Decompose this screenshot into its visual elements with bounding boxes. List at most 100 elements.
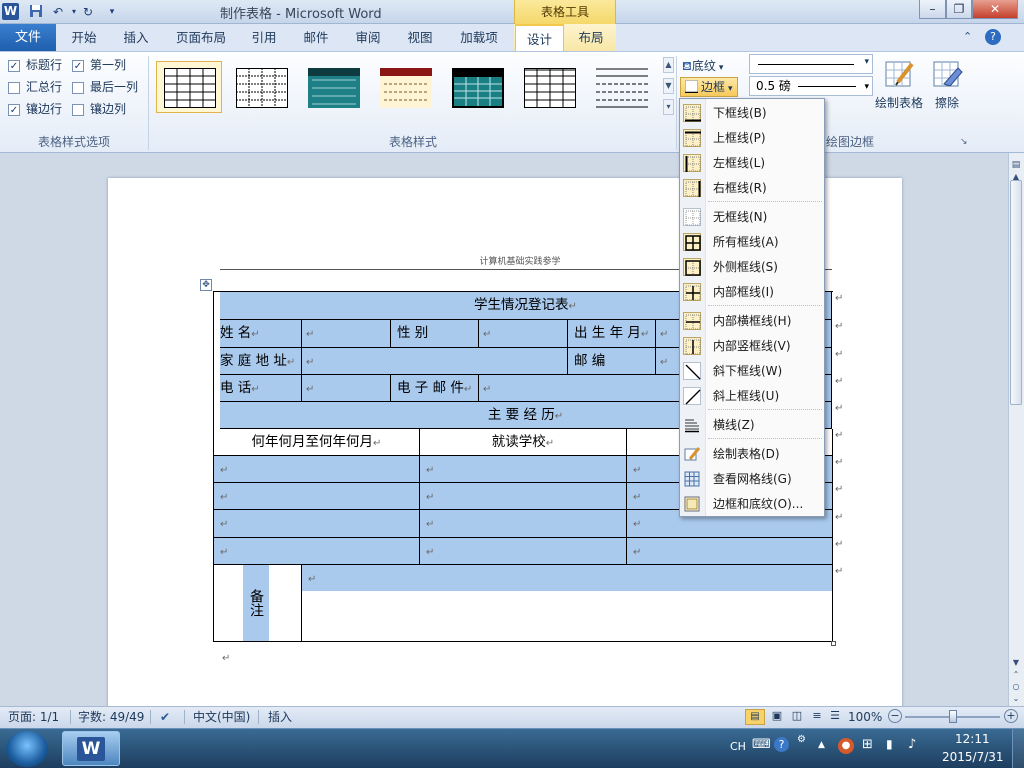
address-label-cell[interactable]: 家 庭 地 址↵ [220,348,302,375]
table-style-thumb-5[interactable] [444,61,510,113]
word-count[interactable]: 字数: 49/49 [78,709,144,725]
taskbar-word-button[interactable]: W [62,731,120,766]
table-row[interactable]: ↵ [420,510,627,538]
tab-references[interactable]: 引用 [243,24,285,51]
table-style-thumb-2[interactable] [228,61,294,113]
zoom-out-icon[interactable]: − [888,709,902,723]
borders-button[interactable]: 边框 ▾ [680,77,738,97]
insert-mode-indicator[interactable]: 插入 [268,709,292,725]
security-tray-icon[interactable]: ● [838,738,854,754]
menu-item-inside-horizontal[interactable]: 内部横框线(H) [681,308,823,333]
network-icon[interactable]: ▮ [886,737,893,751]
clock-date[interactable]: 2015/7/31 [942,750,1004,764]
period-header-cell[interactable]: 何年何月至何年何月↵ [214,429,420,456]
zoom-level[interactable]: 100% [848,709,882,725]
table-row[interactable]: ↵ [214,456,420,483]
name-label-cell[interactable]: 姓 名↵ [220,320,302,348]
menu-item-inside-vertical[interactable]: 内部竖框线(V) [681,333,823,358]
tab-layout[interactable]: 布局 [568,24,614,51]
table-style-thumb-3[interactable] [300,61,366,113]
menu-item-bottom-border[interactable]: 下框线(B) [681,100,823,125]
draw-table-icon[interactable] [884,58,916,90]
next-page-icon[interactable]: ⌄ [1010,694,1022,704]
table-style-thumb-4[interactable] [372,61,438,113]
previous-page-icon[interactable]: ⌃ [1010,670,1022,680]
tab-page-layout[interactable]: 页面布局 [166,24,236,51]
scroll-down-icon[interactable]: ▼ [1010,658,1022,668]
proofing-icon[interactable]: ✔ [160,709,170,725]
tab-home[interactable]: 开始 [60,24,108,51]
redo-icon[interactable]: ↻ [80,4,96,20]
restore-button[interactable]: ❐ [946,0,972,19]
remark-label-cell[interactable]: 备注 [214,565,302,642]
birth-label-cell[interactable]: 出 生 年 月↵ [568,320,656,348]
table-row[interactable]: ↵ [627,538,833,565]
address-value-cell[interactable]: ↵ [302,348,568,375]
table-row[interactable]: ↵ [420,538,627,565]
table-move-handle-icon[interactable]: ✥ [200,279,212,291]
clock-time[interactable]: 12:11 [955,732,990,746]
gallery-scroll-down-icon[interactable]: ▼ [663,78,674,94]
menu-item-view-gridlines[interactable]: 查看网格线(G) [681,466,823,491]
menu-item-diagonal-up[interactable]: 斜上框线(U) [681,383,823,408]
phone-value-cell[interactable]: ↵ [302,375,391,402]
help-tray-icon[interactable]: ? [774,737,789,752]
header-row-checkbox[interactable]: ✓ 标题行 [8,56,62,74]
menu-item-right-border[interactable]: 右框线(R) [681,175,823,200]
table-style-thumb-6[interactable] [516,61,582,113]
name-value-cell[interactable]: ↵ [302,320,391,348]
windows-start-icon[interactable] [6,731,48,767]
gender-label-cell[interactable]: 性 别 [391,320,479,348]
banded-columns-checkbox[interactable]: 镶边列 [72,100,126,118]
tray-options-icon[interactable]: ⚙ [797,734,806,745]
save-icon[interactable] [28,4,44,20]
close-button[interactable]: ✕ [972,0,1018,19]
menu-item-inside-borders[interactable]: 内部框线(I) [681,279,823,304]
table-style-thumb-7[interactable] [588,61,654,113]
menu-item-all-borders[interactable]: 所有框线(A) [681,229,823,254]
menu-item-left-border[interactable]: 左框线(L) [681,150,823,175]
tab-review[interactable]: 审阅 [346,24,390,51]
dialog-launcher-icon[interactable]: ↘ [960,137,968,147]
web-layout-icon[interactable]: ◫ [788,709,806,725]
banded-rows-checkbox[interactable]: ✓ 镶边行 [8,100,62,118]
show-desktop-button[interactable] [1012,729,1024,768]
menu-item-top-border[interactable]: 上框线(P) [681,125,823,150]
table-row[interactable]: ↵ [420,456,627,483]
menu-item-no-border[interactable]: 无框线(N) [681,204,823,229]
keyboard-icon[interactable]: ⌨ [752,737,771,752]
table-style-thumb-1[interactable] [156,61,222,113]
volume-icon[interactable]: ♪ [908,737,916,752]
menu-item-diagonal-down[interactable]: 斜下框线(W) [681,358,823,383]
customize-quick-access-icon[interactable]: ▾ [104,4,120,20]
word-app-icon[interactable]: W [2,3,19,20]
ime-indicator[interactable]: CH [730,740,746,753]
menu-item-draw-table[interactable]: 绘制表格(D) [681,441,823,466]
eraser-icon[interactable] [932,58,964,90]
table-row[interactable]: ↵ [214,510,420,538]
windows-flag-icon[interactable]: ⊞ [862,737,873,752]
table-row[interactable]: ↵ [214,483,420,510]
gallery-scroll-up-icon[interactable]: ▲ [663,57,674,73]
language-indicator[interactable]: 中文(中国) [193,709,250,725]
email-label-cell[interactable]: 电 子 邮 件↵ [391,375,479,402]
menu-item-horizontal-line[interactable]: 横线(Z) [681,412,823,437]
postcode-label-cell[interactable]: 邮 编 [568,348,656,375]
help-icon[interactable]: ? [985,29,1001,45]
tab-file[interactable]: 文件 [0,24,56,51]
table-resize-handle[interactable] [831,641,836,646]
eraser-button-label[interactable]: 擦除 [935,94,959,111]
zoom-in-icon[interactable]: + [1004,709,1018,723]
table-row[interactable]: ↵ [214,538,420,565]
tab-design[interactable]: 设计 [515,24,564,51]
page-count[interactable]: 页面: 1/1 [8,709,59,725]
tab-view[interactable]: 视图 [398,24,442,51]
scrollbar-thumb[interactable] [1010,180,1022,405]
pen-weight-select[interactable]: 0.5 磅 ▾ [749,76,873,96]
school-header-cell[interactable]: 就读学校↵ [420,429,627,456]
gallery-more-icon[interactable]: ▾ [663,99,674,115]
minimize-ribbon-icon[interactable]: ⌃ [963,30,972,43]
first-column-checkbox[interactable]: ✓ 第一列 [72,56,126,74]
phone-label-cell[interactable]: 电 话↵ [220,375,302,402]
draft-view-icon[interactable]: ☰ [826,709,844,725]
